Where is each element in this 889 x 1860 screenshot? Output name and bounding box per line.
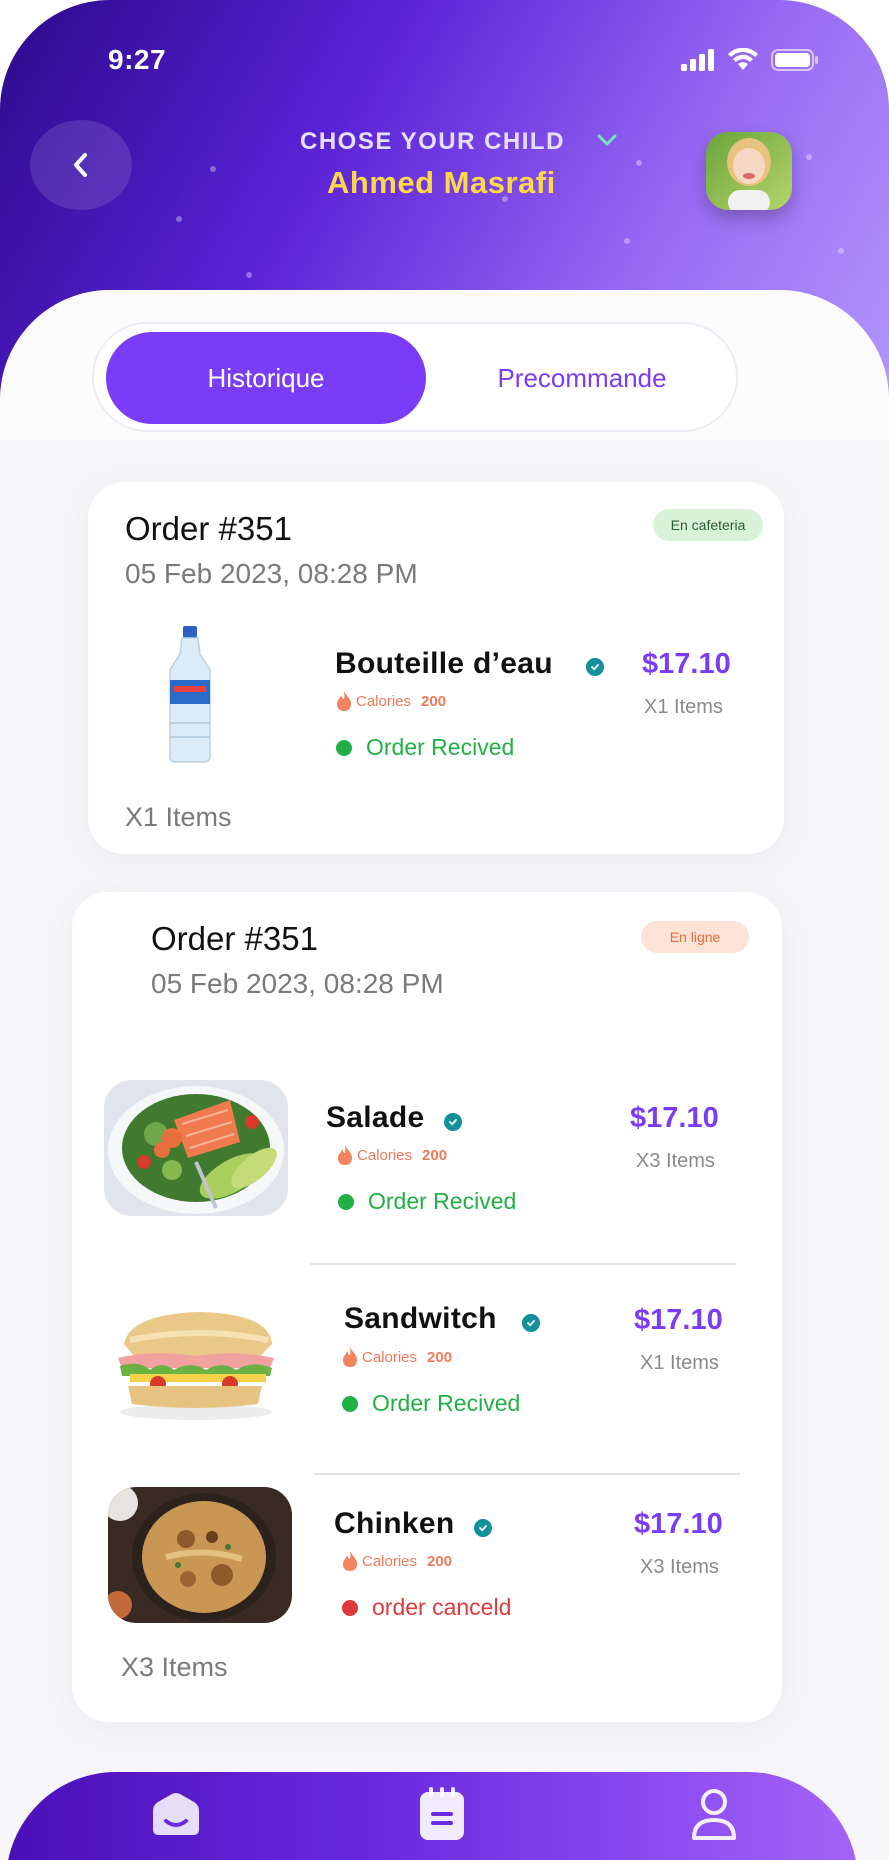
flame-icon (338, 1145, 352, 1165)
status-icons (681, 48, 819, 72)
verified-check-icon (586, 658, 604, 676)
app-screen: 9:27 CHOSE YOUR CHILD Ahmed Masrafi Hist… (0, 0, 889, 1860)
item-calories: Calories 200 (337, 1144, 447, 1166)
item-name: Salade (326, 1101, 425, 1134)
item-qty: X3 Items (636, 1150, 715, 1172)
tab-historique[interactable]: Historique (106, 332, 426, 424)
status-badge: En ligne (641, 921, 749, 953)
notepad-icon (420, 1787, 464, 1840)
calories-value: 200 (421, 692, 447, 710)
status-badge: En cafeteria (653, 509, 763, 541)
item-qty: X1 Items (644, 696, 723, 718)
item-image-chicken-rice (108, 1487, 292, 1623)
item-qty: X1 Items (640, 1352, 719, 1374)
order-date: 05 Feb 2023, 08:28 PM (125, 558, 418, 589)
item-divider (314, 1473, 740, 1475)
calories-value: 200 (427, 1552, 453, 1570)
tab-switcher: Historique Precommande (92, 322, 738, 432)
item-calories: Calories 200 (342, 1550, 452, 1572)
calories-label: Calories (362, 1552, 418, 1570)
calories-value: 200 (427, 1348, 453, 1366)
status-dot (336, 739, 352, 756)
chevron-left-icon (74, 153, 87, 177)
order-items-total: X3 Items (121, 1652, 228, 1682)
item-price: $17.10 (630, 1102, 719, 1134)
tab-precommande[interactable]: Precommande (434, 332, 730, 424)
status-dot (342, 1599, 358, 1616)
calories-label: Calories (362, 1348, 418, 1366)
nav-profile[interactable] (684, 1784, 744, 1844)
item-status: Order Recived (342, 1390, 520, 1417)
item-name: Chinken (334, 1507, 455, 1540)
status-dot (342, 1395, 358, 1412)
verified-check-icon (474, 1519, 492, 1537)
item-status: Order Recived (338, 1188, 516, 1215)
calories-label: Calories (357, 1146, 413, 1164)
item-price: $17.10 (642, 648, 731, 680)
item-qty: X3 Items (640, 1556, 719, 1578)
status-text: Order Recived (366, 734, 515, 760)
flame-icon (343, 1347, 357, 1367)
order-title: Order #351 (125, 510, 292, 547)
verified-check-icon (444, 1113, 462, 1131)
wifi-icon (728, 48, 758, 70)
status-dot (338, 1193, 354, 1210)
chevron-down-icon[interactable] (596, 132, 618, 148)
item-status: Order Recived (336, 734, 514, 761)
order-items-total: X1 Items (125, 802, 232, 832)
item-price: $17.10 (634, 1508, 723, 1540)
item-name: Bouteille d’eau (335, 647, 553, 680)
item-calories: Calories 200 (336, 690, 446, 712)
item-image-salmon-salad (104, 1080, 288, 1216)
battery-icon (771, 49, 818, 71)
order-title: Order #351 (151, 920, 318, 957)
home-icon (153, 1793, 199, 1835)
flame-icon (337, 691, 351, 711)
flame-icon (343, 1551, 357, 1571)
status-text: Order Recived (372, 1390, 521, 1416)
item-name: Sandwitch (344, 1302, 497, 1335)
status-time: 9:27 (108, 44, 167, 75)
user-icon (692, 1789, 736, 1840)
status-text: order canceld (372, 1594, 512, 1620)
order-date: 05 Feb 2023, 08:28 PM (151, 968, 444, 999)
verified-check-icon (522, 1314, 540, 1332)
nav-home[interactable] (146, 1784, 206, 1844)
item-image-sandwich (110, 1300, 280, 1424)
calories-label: Calories (356, 692, 412, 710)
item-price: $17.10 (634, 1304, 723, 1336)
item-image-water-bottle (160, 624, 220, 764)
child-selector-label[interactable]: CHOSE YOUR CHILD (300, 128, 565, 156)
item-status: order canceld (342, 1594, 511, 1621)
status-text: Order Recived (368, 1188, 517, 1214)
nav-orders[interactable] (412, 1784, 472, 1844)
item-calories: Calories 200 (342, 1346, 452, 1368)
back-button[interactable] (30, 120, 132, 210)
child-name[interactable]: Ahmed Masrafi (327, 165, 556, 201)
signal-icon (681, 49, 714, 71)
child-avatar[interactable] (706, 132, 792, 210)
item-divider (310, 1263, 736, 1265)
calories-value: 200 (422, 1146, 448, 1164)
